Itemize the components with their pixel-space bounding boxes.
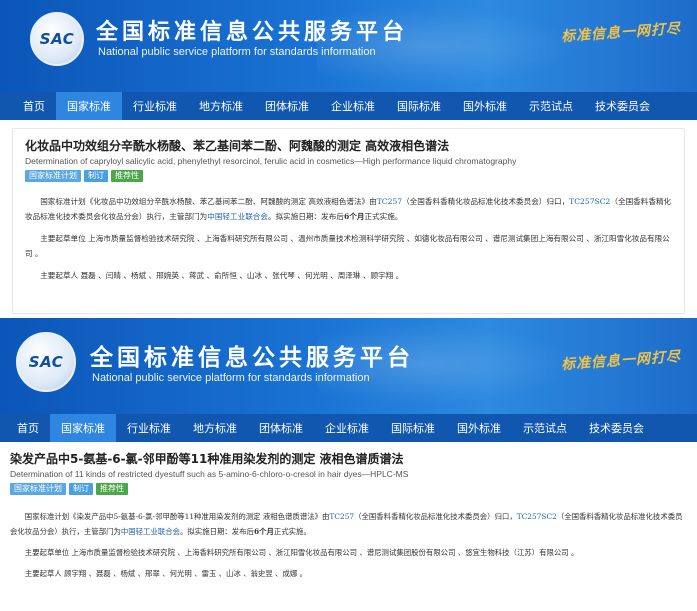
tag-recommended: 推荐性 (96, 483, 128, 495)
implementation-months: 6个月 (253, 527, 274, 536)
nav-foreign-standards[interactable]: 国外标准 (446, 414, 512, 442)
summary-text: 国家标准计划《染发产品中5-氨基-6-氯-邻甲酚等11种准用染发剂的测定 液相色… (24, 512, 330, 521)
nav-demo-pilots[interactable]: 示范试点 (512, 414, 578, 442)
site-title: 全国标准信息公共服务平台 (96, 20, 409, 45)
tc-link[interactable]: TC257 (377, 197, 402, 206)
nav-international-standards[interactable]: 国际标准 (386, 92, 452, 120)
nav-local-standards[interactable]: 地方标准 (182, 414, 248, 442)
nav-home[interactable]: 首页 (12, 92, 56, 120)
tag-formulate: 制订 (69, 483, 93, 495)
tag-national-plan: 国家标准计划 (25, 170, 81, 182)
site-subtitle: National public service platform for sta… (98, 46, 376, 58)
nav-national-standards[interactable]: 国家标准 (56, 92, 122, 120)
standard-detail-card: 染发产品中5-氨基-6-氯-邻甲酚等11种准用染发剂的测定 液相色谱质谱法 De… (10, 450, 687, 581)
implementation-months: 6个月 (343, 212, 365, 221)
standard-title: 化妆品中功效组分辛酰水杨酸、苯乙基间苯二酚、阿魏酸的测定 高效液相色谱法 (25, 139, 450, 153)
sac-logo[interactable]: SAC (16, 332, 76, 392)
site-subtitle: National public service platform for sta… (92, 372, 370, 384)
nav-technical-committees[interactable]: 技术委员会 (578, 414, 655, 442)
standard-title-en: Determination of capryloyl salicylic aci… (25, 156, 517, 166)
standard-detail-content: 染发产品中5-氨基-6-氯-邻甲酚等11种准用染发剂的测定 液相色谱质谱法 De… (0, 442, 697, 581)
summary-text: 。拟实施日期：发布后 (268, 212, 344, 221)
nav-foreign-standards[interactable]: 国外标准 (452, 92, 518, 120)
standard-description: 国家标准计划《化妆品中功效组分辛酰水杨酸、苯乙基间苯二酚、阿魏酸的测定 高效液相… (25, 194, 672, 283)
nav-group-standards[interactable]: 团体标准 (248, 414, 314, 442)
screenshot-panel-2: SAC 全国标准信息公共服务平台 National public service… (0, 318, 697, 611)
nav-enterprise-standards[interactable]: 企业标准 (314, 414, 380, 442)
nav-enterprise-standards[interactable]: 企业标准 (320, 92, 386, 120)
logo-text: SAC (28, 353, 64, 371)
nav-local-standards[interactable]: 地方标准 (188, 92, 254, 120)
sc-link[interactable]: TC257SC2 (517, 512, 557, 521)
site-header: SAC 全国标准信息公共服务平台 National public service… (0, 318, 697, 414)
site-header: SAC 全国标准信息公共服务平台 National public service… (0, 0, 697, 92)
standard-title: 染发产品中5-氨基-6-氯-邻甲酚等11种准用染发剂的测定 液相色谱质谱法 (10, 452, 404, 466)
plan-summary-paragraph: 国家标准计划《染发产品中5-氨基-6-氯-邻甲酚等11种准用染发剂的测定 液相色… (10, 509, 687, 539)
standard-title-en: Determination of 11 kinds of restricted … (10, 469, 409, 479)
site-title: 全国标准信息公共服务平台 (90, 345, 414, 371)
summary-text: （全国香料香精化妆品标准化技术委员会）归口， (354, 512, 517, 521)
tag-recommended: 推荐性 (111, 170, 143, 182)
nav-international-standards[interactable]: 国际标准 (380, 414, 446, 442)
nav-national-standards[interactable]: 国家标准 (50, 414, 116, 442)
drafting-units-paragraph: 主要起草单位 上海市质量监督检验技术研究院 、上海香料研究所有限公司 、温州市质… (25, 234, 670, 258)
main-nav: 首页 国家标准 行业标准 地方标准 团体标准 企业标准 国际标准 国外标准 示范… (0, 414, 697, 442)
standard-tags: 国家标准计划 制订 推荐性 (25, 170, 672, 182)
nav-technical-committees[interactable]: 技术委员会 (584, 92, 661, 120)
tag-formulate: 制订 (84, 170, 108, 182)
standard-tags: 国家标准计划 制订 推荐性 (10, 483, 687, 495)
summary-text: 正式实施。 (364, 212, 403, 221)
screenshot-panel-1: SAC 全国标准信息公共服务平台 National public service… (0, 0, 697, 316)
summary-text: 正式实施。 (273, 527, 311, 536)
nav-industry-standards[interactable]: 行业标准 (122, 92, 188, 120)
standard-description: 国家标准计划《染发产品中5-氨基-6-氯-邻甲酚等11种准用染发剂的测定 液相色… (10, 509, 687, 581)
department-link[interactable]: 中国轻工业联合会 (207, 212, 268, 221)
nav-home[interactable]: 首页 (6, 414, 50, 442)
plan-summary-paragraph: 国家标准计划《化妆品中功效组分辛酰水杨酸、苯乙基间苯二酚、阿魏酸的测定 高效液相… (25, 194, 672, 224)
sc-link[interactable]: TC257SC2 (569, 197, 610, 206)
tag-national-plan: 国家标准计划 (10, 483, 66, 495)
drafters-paragraph: 主要起草人 聂磊 、闫晴 、杨斌 、邢婉英 、蒋武 、俞所恒 、山冰 、张代琴 … (40, 271, 404, 280)
main-nav: 首页 国家标准 行业标准 地方标准 团体标准 企业标准 国际标准 国外标准 示范… (0, 92, 697, 120)
nav-group-standards[interactable]: 团体标准 (254, 92, 320, 120)
logo-text: SAC (39, 30, 75, 48)
summary-text: （全国香料香精化妆品标准化技术委员会）归口， (402, 197, 570, 206)
summary-text: 。拟实施日期：发布后 (180, 527, 254, 536)
site-slogan: 标准信息一网打尽 (560, 348, 682, 374)
sac-logo[interactable]: SAC (30, 12, 84, 66)
drafters-paragraph: 主要起草人 顾宇翔 、聂磊 、杨斌 、邢翠 、何光明 、雷玉 、山冰 、翁史昱 … (24, 569, 307, 578)
nav-demo-pilots[interactable]: 示范试点 (518, 92, 584, 120)
nav-industry-standards[interactable]: 行业标准 (116, 414, 182, 442)
site-slogan: 标准信息一网打尽 (560, 20, 682, 46)
drafting-units-paragraph: 主要起草单位 上海市质量监督检验技术研究院 、上海香料研究所有限公司 、浙江阳雪… (24, 548, 579, 557)
tc-link[interactable]: TC257 (329, 512, 354, 521)
standard-detail-card: 化妆品中功效组分辛酰水杨酸、苯乙基间苯二酚、阿魏酸的测定 高效液相色谱法 Det… (12, 128, 685, 314)
department-link[interactable]: 中国轻工业联合会 (121, 527, 180, 536)
summary-text: 国家标准计划《化妆品中功效组分辛酰水杨酸、苯乙基间苯二酚、阿魏酸的测定 高效液相… (40, 197, 377, 206)
